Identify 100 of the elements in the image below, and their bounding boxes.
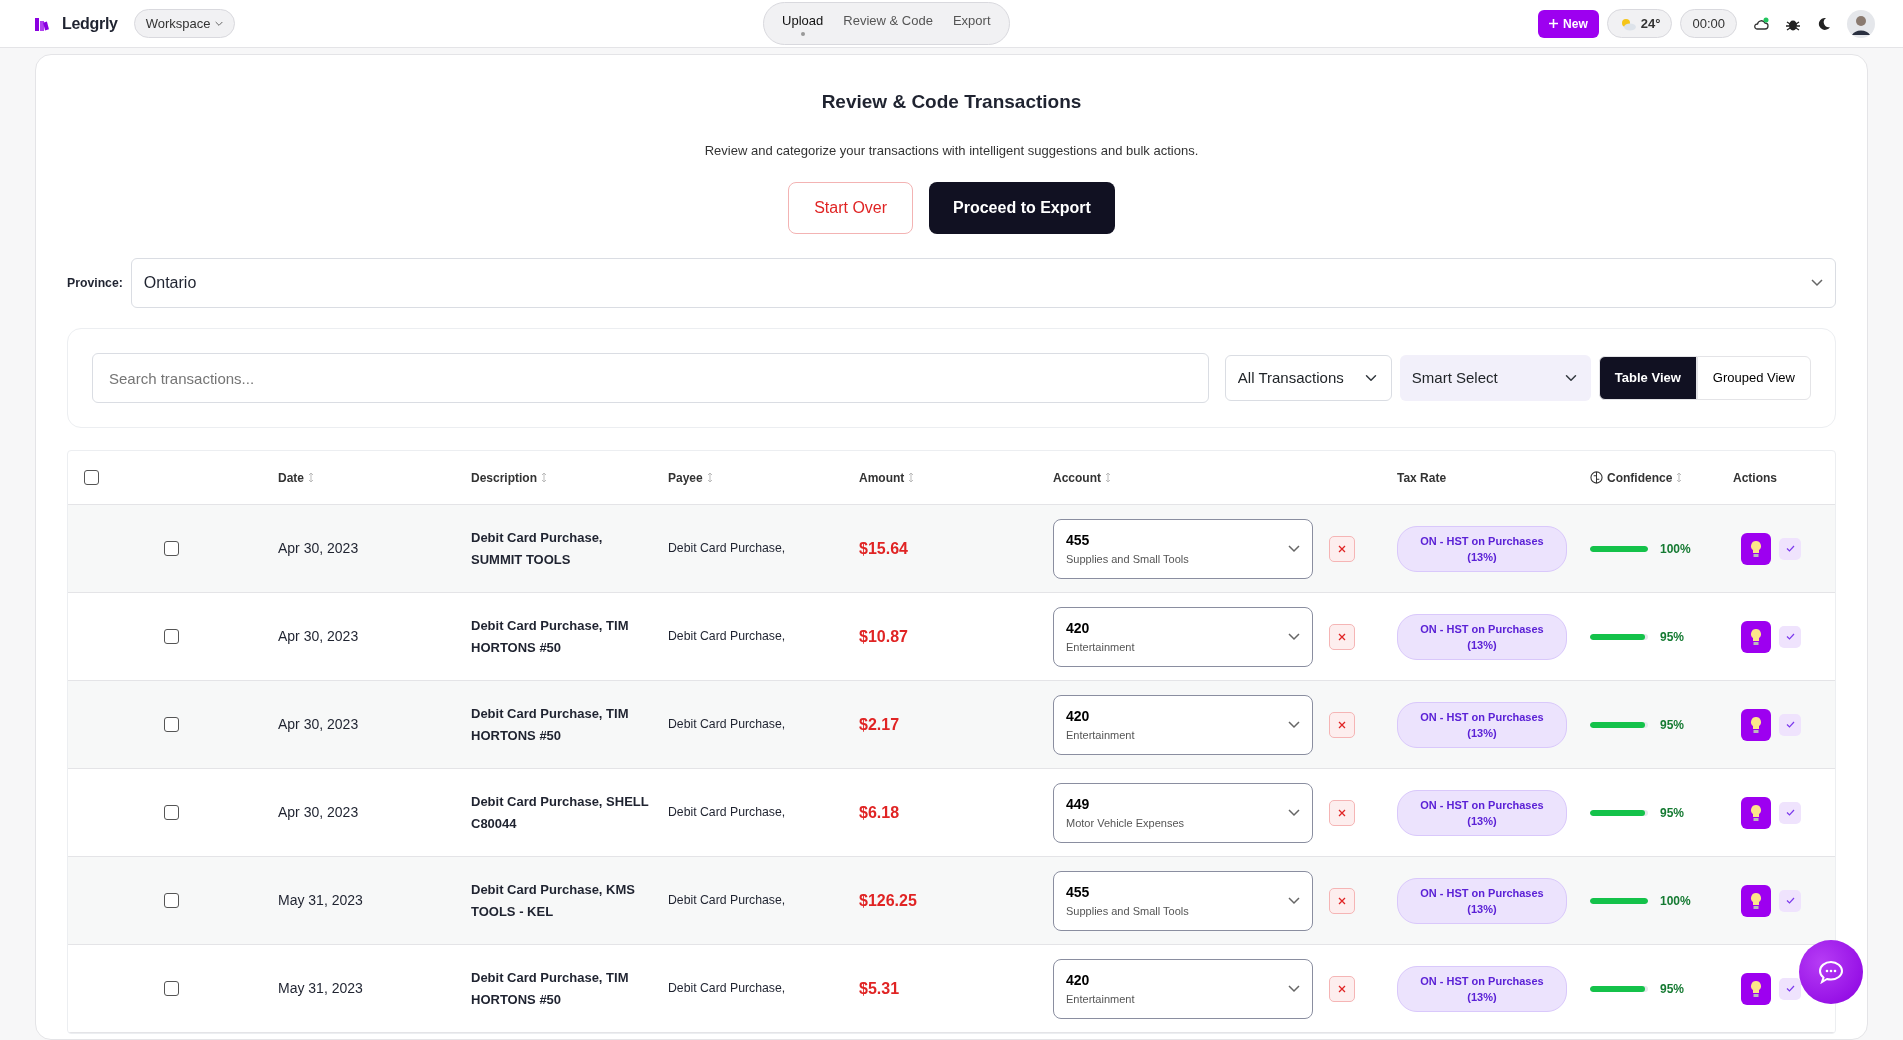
approve-button[interactable] [1779,889,1801,912]
row-checkbox[interactable] [164,805,179,820]
weather-widget[interactable]: 24° [1606,8,1673,39]
nav-tab[interactable]: Upload [772,7,834,40]
column-header[interactable]: Payee [668,468,713,487]
view-toggle[interactable]: Table View [1598,356,1697,400]
avatar[interactable] [1847,9,1875,38]
amount-text: $6.18 [859,802,901,823]
column-header[interactable]: Date [278,468,314,487]
account-select[interactable]: 420 Entertainment [1053,958,1313,1019]
lightbulb-icon [1750,803,1762,822]
approve-button[interactable] [1779,537,1801,560]
approve-button[interactable] [1779,713,1801,736]
date-text: Apr 30, 2023 [278,627,360,646]
nav-tab[interactable]: Export [942,7,1001,40]
chevron-down-icon [1288,720,1300,729]
tax-rate-badge: ON - HST on Purchases (13%) [1397,789,1567,836]
chevron-down-icon [1288,808,1300,817]
province-label: Province: [67,274,123,292]
column-header[interactable]: Account [1053,468,1111,487]
row-checkbox[interactable] [164,541,179,556]
payee-text: Debit Card Purchase, [668,892,787,910]
account-select[interactable]: 449 Motor Vehicle Expenses [1053,782,1313,843]
column-header[interactable]: Description [471,468,547,487]
payee-text: Debit Card Purchase, [668,628,787,646]
nav-tab[interactable]: Review & Code [833,7,943,40]
approve-button[interactable] [1779,625,1801,648]
confidence-bar [1590,545,1648,552]
date-text: Apr 30, 2023 [278,539,360,558]
column-header: Actions [1733,469,1777,487]
description-text: Debit Card Purchase, SHELL C80044 [471,792,650,833]
amount-text: $126.25 [859,890,918,911]
search-field[interactable]: Search transactions... [92,353,1209,403]
suggest-button[interactable] [1741,708,1771,741]
suggest-button[interactable] [1741,796,1771,829]
payee-text: Debit Card Purchase, [668,540,787,558]
amount-text: $15.64 [859,538,909,559]
row-checkbox[interactable] [164,981,179,996]
date-text: May 31, 2023 [278,891,364,910]
tax-rate-badge: ON - HST on Purchases (13%) [1397,613,1567,660]
row-checkbox[interactable] [164,629,179,644]
select-all-checkbox[interactable] [84,470,99,485]
close-icon [1338,632,1346,641]
new-button[interactable]: New [1538,9,1599,38]
smart-select[interactable]: Smart Select [1399,355,1591,401]
chevron-down-icon [1288,544,1300,553]
account-select[interactable]: 420 Entertainment [1053,694,1313,755]
confidence-bar [1590,633,1648,640]
start-over-button[interactable]: Start Over [788,182,914,234]
close-icon [1338,984,1346,993]
amount-text: $10.87 [859,626,909,647]
tax-rate-badge: ON - HST on Purchases (13%) [1397,877,1567,924]
description-text: Debit Card Purchase, TIM HORTONS #50 [471,616,630,657]
row-checkbox[interactable] [164,893,179,908]
confidence-text: 95% [1660,716,1685,734]
description-text: Debit Card Purchase, KMS TOOLS - KEL [471,880,636,921]
chevron-down-icon [1811,279,1823,287]
filter-select[interactable]: All Transactions [1224,355,1392,401]
workspace-dropdown[interactable]: Workspace [133,8,235,39]
account-select[interactable]: 455 Supplies and Small Tools [1053,870,1313,931]
lightbulb-icon [1750,539,1762,558]
timer-button[interactable]: 00:00 [1680,8,1737,39]
proceed-button[interactable]: Proceed to Export [929,182,1115,234]
amount-text: $5.31 [859,978,901,999]
date-text: Apr 30, 2023 [278,715,360,734]
confidence-text: 95% [1660,980,1685,998]
lightbulb-icon [1750,979,1762,998]
brand-name: Ledgrly [62,13,118,34]
payee-text: Debit Card Purchase, [668,716,787,734]
lightbulb-icon [1750,891,1762,910]
row-checkbox[interactable] [164,717,179,732]
confidence-bar [1590,809,1648,816]
caret-icon [214,20,223,27]
page-title: Review & Code Transactions [820,90,1083,114]
approve-button[interactable] [1779,801,1801,824]
suggest-button[interactable] [1741,884,1771,917]
logo-icon [34,15,50,32]
suggest-button[interactable] [1741,532,1771,565]
column-header[interactable]: Confidence [1607,468,1683,487]
suggest-button[interactable] [1741,620,1771,653]
province-select[interactable]: Ontario [130,258,1836,308]
cloud-icon[interactable] [1753,16,1769,31]
suggest-button[interactable] [1741,972,1771,1005]
chat-icon [1818,960,1844,984]
chevron-down-icon [1288,896,1300,905]
moon-icon[interactable] [1817,16,1831,31]
check-icon [1785,809,1795,816]
approve-button[interactable] [1779,977,1801,1000]
view-toggle[interactable]: Grouped View [1696,356,1811,400]
account-select[interactable]: 420 Entertainment [1053,606,1313,667]
description-text: Debit Card Purchase, SUMMIT TOOLS [471,528,604,569]
column-header: Tax Rate [1397,469,1447,487]
account-select[interactable]: 455 Supplies and Small Tools [1053,518,1313,579]
check-icon [1785,545,1795,552]
confidence-bar [1590,985,1648,992]
close-icon [1338,544,1346,553]
column-header[interactable]: Amount [859,468,915,487]
date-text: Apr 30, 2023 [278,803,360,822]
check-icon [1785,633,1795,640]
page-subtitle: Review and categorize your transactions with intelligent suggestions and bulk actions. [703,141,1200,160]
